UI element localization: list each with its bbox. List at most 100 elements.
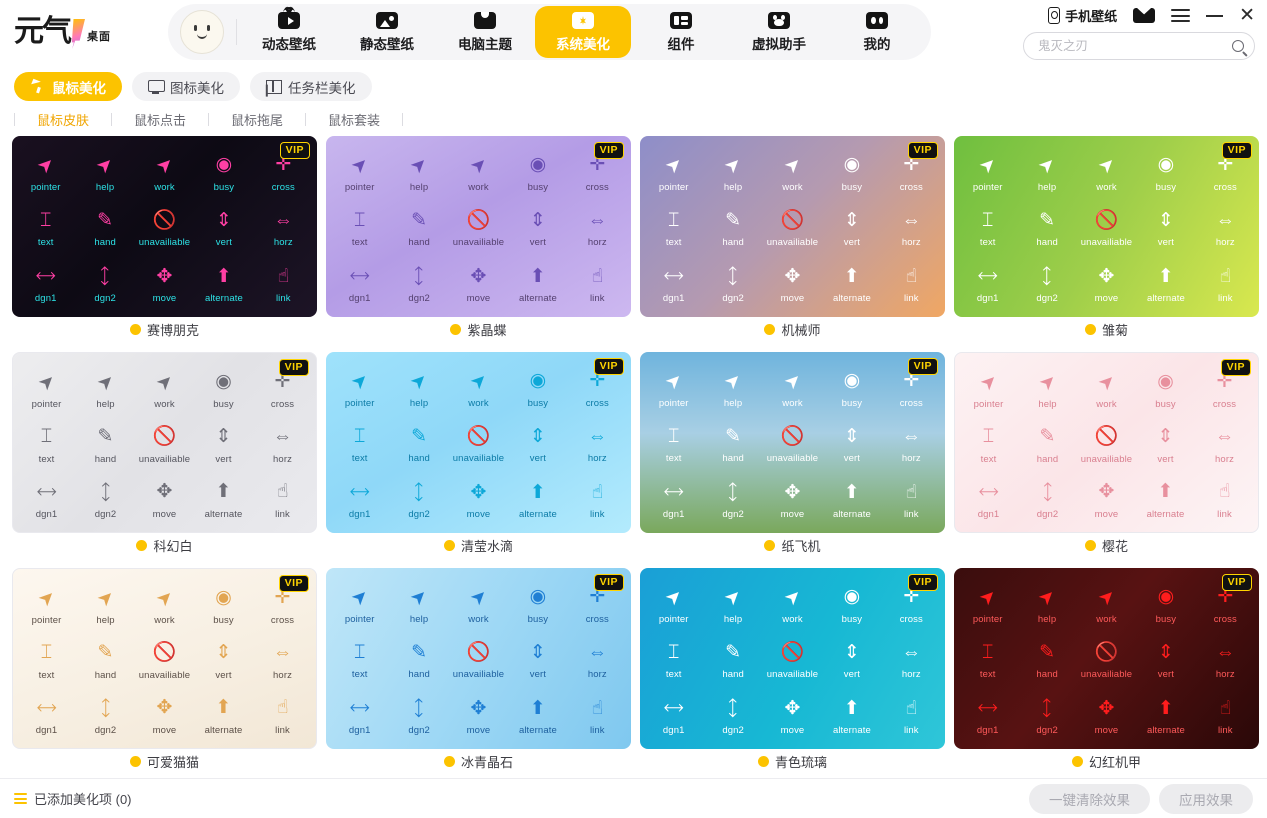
status-dot: [1084, 324, 1096, 335]
card-thumbnail[interactable]: VIP ➤ pointer ➤ help ➤ work ◉ busy ✛ cross ⌶ text ✎ ha…: [954, 136, 1259, 317]
cursor-theme-card[interactable]: VIP ➤ pointer ➤ help ➤ work ◉ busy ✛ cross ⌶ text ✎ ha…: [954, 568, 1259, 769]
cursor-preview-cell: ➤ help: [389, 360, 448, 416]
cursor-glyph-icon: ➤: [33, 368, 60, 395]
cursor-preview-cell: ⤡ dgn1: [644, 255, 703, 311]
sub-tab-mouse-suite[interactable]: 鼠标套装: [306, 110, 402, 129]
card-thumbnail[interactable]: VIP ➤ pointer ➤ help ➤ work ◉ busy ✛ cross ⌶ text ✎ ha…: [326, 568, 631, 749]
cursor-glyph-icon: ➤: [779, 151, 806, 178]
cursor-theme-card[interactable]: VIP ➤ pointer ➤ help ➤ work ◉ busy ✛ cross ⌶ text ✎ ha…: [640, 136, 945, 342]
cursor-name-label: help: [96, 398, 115, 410]
search-icon[interactable]: [1232, 40, 1244, 52]
nav-item-static-wallpaper[interactable]: 静态壁纸: [339, 6, 435, 58]
cursor-theme-card[interactable]: VIP ➤ pointer ➤ help ➤ work ◉ busy ✛ cross ⌶ text ✎ ha…: [954, 352, 1259, 558]
cursor-preview-cell: ◉ busy: [822, 144, 881, 200]
cursor-theme-card[interactable]: VIP ➤ pointer ➤ help ➤ work ◉ busy ✛ cross ⌶ text ✎ ha…: [326, 352, 631, 558]
cursor-glyph-icon: ✥: [1098, 697, 1115, 719]
cursor-theme-card[interactable]: VIP ➤ pointer ➤ help ➤ work ◉ busy ✛ cross ⌶ text ✎ ha…: [954, 136, 1259, 342]
cursor-glyph-icon: ➤: [346, 151, 373, 178]
cursor-name-label: dgn1: [348, 509, 371, 521]
cursor-preview-cell: ➤ help: [76, 361, 135, 416]
card-thumbnail[interactable]: VIP ➤ pointer ➤ help ➤ work ◉ busy ✛ cross ⌶ text ✎ ha…: [954, 568, 1259, 749]
cursor-name-label: pointer: [658, 181, 689, 193]
cursor-name-label: dgn1: [35, 508, 58, 520]
cursor-name-label: link: [903, 725, 919, 737]
nav-item-pc-theme[interactable]: 电脑主题: [437, 6, 533, 58]
nav-item-widget[interactable]: 组件: [633, 6, 729, 58]
cursor-name-label: horz: [1215, 237, 1235, 249]
card-thumbnail[interactable]: VIP ➤ pointer ➤ help ➤ work ◉ busy ✛ cross ⌶ text ✎ ha…: [954, 352, 1259, 533]
search-box[interactable]: [1023, 32, 1255, 60]
cursor-preview-grid: ➤ pointer ➤ help ➤ work ◉ busy ✛ cross ⌶ text ✎ hand 🚫…: [13, 569, 316, 748]
nav-item-virtual-assistant[interactable]: 虚拟助手: [731, 6, 827, 58]
cursor-theme-card[interactable]: VIP ➤ pointer ➤ help ➤ work ◉ busy ✛ cross ⌶ text ✎ ha…: [326, 568, 631, 769]
cursor-glyph-icon: ◉: [529, 370, 547, 392]
cursor-theme-card[interactable]: VIP ➤ pointer ➤ help ➤ work ◉ busy ✛ cross ⌶ text ✎ ha…: [12, 136, 317, 342]
cursor-preview-cell: 🚫 unavailiable: [1077, 416, 1136, 471]
cursor-glyph-icon: ✥: [1098, 481, 1115, 502]
cursor-preview-cell: ⇕ vert: [822, 200, 881, 256]
cursor-preview-cell: ◉ busy: [194, 361, 253, 416]
app-logo[interactable]: 元气 桌面: [14, 17, 164, 49]
nav-item-system-beautify[interactable]: 系统美化: [535, 6, 631, 58]
cursor-glyph-icon: ⤡: [660, 263, 687, 289]
sub-tab-mouse-click[interactable]: 鼠标点击: [112, 110, 208, 129]
cursor-preview-grid: ➤ pointer ➤ help ➤ work ◉ busy ✛ cross ⌶ text ✎ hand 🚫…: [955, 353, 1258, 532]
cursor-glyph-icon: ⤡: [974, 263, 1001, 289]
cursor-glyph-icon: ◉: [1157, 371, 1174, 392]
cursor-name-label: hand: [722, 669, 744, 681]
cursor-theme-card[interactable]: VIP ➤ pointer ➤ help ➤ work ◉ busy ✛ cross ⌶ text ✎ ha…: [12, 352, 317, 558]
mail-icon[interactable]: [1133, 8, 1156, 23]
tab-mouse-beautify[interactable]: 鼠标美化: [14, 72, 122, 101]
cursor-theme-card[interactable]: VIP ➤ pointer ➤ help ➤ work ◉ busy ✛ cross ⌶ text ✎ ha…: [640, 352, 945, 558]
avatar[interactable]: [180, 10, 224, 54]
sub-tab-mouse-skin[interactable]: 鼠标皮肤: [15, 110, 111, 129]
tab-icon-beautify[interactable]: 图标美化: [132, 72, 240, 101]
status-dot: [764, 324, 776, 335]
cursor-theme-card[interactable]: VIP ➤ pointer ➤ help ➤ work ◉ busy ✛ cross ⌶ text ✎ ha…: [12, 568, 317, 769]
bottom-bar: 已添加美化项 (0) 一键清除效果 应用效果: [0, 778, 1267, 818]
cursor-preview-cell: ⤡ dgn1: [330, 255, 389, 311]
sub-tab-mouse-trail[interactable]: 鼠标拖尾: [209, 110, 305, 129]
card-thumbnail[interactable]: VIP ➤ pointer ➤ help ➤ work ◉ busy ✛ cross ⌶ text ✎ ha…: [640, 568, 945, 749]
cursor-preview-cell: ⤢ dgn2: [1017, 687, 1076, 743]
cursor-glyph-icon: ☝: [591, 481, 604, 503]
cursor-preview-cell: ⇔ horz: [568, 632, 627, 688]
card-thumbnail[interactable]: VIP ➤ pointer ➤ help ➤ work ◉ busy ✛ cross ⌶ text ✎ ha…: [640, 136, 945, 317]
card-thumbnail[interactable]: VIP ➤ pointer ➤ help ➤ work ◉ busy ✛ cross ⌶ text ✎ ha…: [326, 136, 631, 317]
nav-item-mine[interactable]: 我的: [829, 6, 925, 58]
cursor-name-label: alternate: [204, 724, 243, 736]
hamburger-menu-icon[interactable]: [1171, 9, 1191, 22]
apply-effects-button[interactable]: 应用效果: [1159, 783, 1253, 814]
minimize-icon[interactable]: [1206, 14, 1224, 17]
cursor-glyph-icon: ⇕: [529, 209, 546, 231]
added-items-button[interactable]: 已添加美化项 (0): [14, 789, 132, 808]
cursor-theme-card[interactable]: VIP ➤ pointer ➤ help ➤ work ◉ busy ✛ cross ⌶ text ✎ ha…: [326, 136, 631, 342]
cursor-preview-cell: ⇕ vert: [508, 416, 567, 472]
card-thumbnail[interactable]: VIP ➤ pointer ➤ help ➤ work ◉ busy ✛ cross ⌶ text ✎ ha…: [12, 352, 317, 533]
clear-effects-button[interactable]: 一键清除效果: [1029, 783, 1150, 814]
avatar-face-icon: [191, 25, 213, 39]
search-input[interactable]: [1038, 39, 1232, 53]
card-thumbnail[interactable]: VIP ➤ pointer ➤ help ➤ work ◉ busy ✛ cross ⌶ text ✎ ha…: [12, 136, 317, 317]
cursor-name-label: cross: [1213, 613, 1237, 625]
cursor-glyph-icon: ✎: [97, 209, 114, 231]
cursor-name-label: work: [1096, 398, 1117, 410]
cursor-preview-cell: ⬆ alternate: [508, 255, 567, 311]
vip-badge: VIP: [279, 142, 310, 159]
cursor-glyph-icon: 🚫: [466, 641, 491, 663]
cursor-glyph-icon: ➤: [1034, 368, 1061, 395]
phone-wallpaper-link[interactable]: 手机壁纸: [1048, 6, 1117, 25]
cursor-glyph-icon: ⇕: [215, 209, 232, 231]
cursor-glyph-icon: ⬆: [215, 265, 232, 287]
content-scroll-area[interactable]: VIP ➤ pointer ➤ help ➤ work ◉ busy ✛ cross ⌶ text ✎ ha…: [0, 129, 1267, 769]
cursor-name-label: text: [351, 237, 368, 249]
nav-item-dynamic-wallpaper[interactable]: 动态壁纸: [241, 6, 337, 58]
card-thumbnail[interactable]: VIP ➤ pointer ➤ help ➤ work ◉ busy ✛ cross ⌶ text ✎ ha…: [326, 352, 631, 533]
close-icon[interactable]: ✕: [1239, 6, 1255, 25]
cursor-glyph-icon: 🚫: [152, 209, 177, 231]
card-thumbnail[interactable]: VIP ➤ pointer ➤ help ➤ work ◉ busy ✛ cross ⌶ text ✎ ha…: [640, 352, 945, 533]
card-thumbnail[interactable]: VIP ➤ pointer ➤ help ➤ work ◉ busy ✛ cross ⌶ text ✎ ha…: [12, 568, 317, 749]
cursor-theme-card[interactable]: VIP ➤ pointer ➤ help ➤ work ◉ busy ✛ cross ⌶ text ✎ ha…: [640, 568, 945, 769]
tab-taskbar-beautify[interactable]: 任务栏美化: [250, 72, 372, 101]
cursor-name-label: work: [468, 613, 489, 625]
